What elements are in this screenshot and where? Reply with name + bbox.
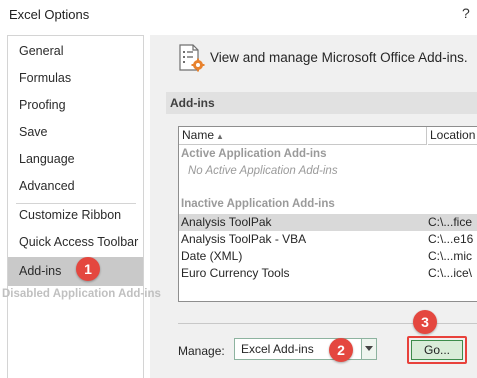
sidebar-item-proofing[interactable]: Proofing [8,92,143,119]
manage-label: Manage: [178,344,225,358]
table-row[interactable]: Date (XML) C:\...mic [179,248,477,265]
step-marker-1: 1 [76,257,100,281]
column-header-name[interactable]: Name ▲ [179,127,427,145]
active-empty-note: No Active Application Add-ins [188,165,338,177]
sidebar-item-save[interactable]: Save [8,119,143,146]
table-row[interactable]: Euro Currency Tools C:\...ice\ [179,265,477,282]
column-header-location[interactable]: Location [428,127,477,145]
sidebar-item-customize-ribbon[interactable]: Customize Ribbon [8,202,143,229]
sidebar-item-quick-access-toolbar[interactable]: Quick Access Toolbar [8,229,143,256]
step-marker-3: 3 [413,310,437,334]
addin-location: C:\...ice\ [428,266,473,280]
group-active-addins: Active Application Add-ins [181,148,327,160]
step-marker-2: 2 [329,338,353,362]
go-button[interactable]: Go... [411,340,463,360]
addin-location: C:\...mic [428,249,472,263]
addin-location: C:\...fice [428,215,473,229]
addin-name: Analysis ToolPak [181,215,272,229]
column-header-name-label: Name [182,128,215,142]
addin-location: C:\...e16 [428,232,474,246]
manage-dropdown-button[interactable] [361,339,376,359]
manage-select-value: Excel Add-ins [241,342,314,356]
section-title: Add-ins [166,92,477,114]
addins-table[interactable]: Name ▲ Location Active Application Add-in… [178,126,477,302]
group-inactive-addins: Inactive Application Add-ins [181,198,335,210]
sidebar-item-formulas[interactable]: Formulas [8,65,143,92]
manage-select[interactable]: Excel Add-ins [234,338,377,360]
help-icon[interactable]: ? [462,5,470,21]
group-disabled-addins-partial: Disabled Application Add-ins [2,288,161,300]
sidebar: General Formulas Proofing Save Language … [7,35,144,378]
addin-name: Euro Currency Tools [181,266,290,280]
title-bar: Excel Options ? [0,0,477,30]
addins-gear-icon [179,44,205,72]
sidebar-item-language[interactable]: Language [8,146,143,173]
table-row[interactable]: Analysis ToolPak C:\...fice [179,214,477,231]
window-title: Excel Options [9,7,90,22]
sort-ascending-icon: ▲ [216,132,224,141]
addin-name: Date (XML) [181,249,243,263]
sidebar-item-advanced[interactable]: Advanced [8,173,143,200]
page-header-text: View and manage Microsoft Office Add-ins… [210,50,468,65]
chevron-down-icon [365,346,373,351]
sidebar-item-general[interactable]: General [8,38,143,65]
addin-name: Analysis ToolPak - VBA [181,232,307,246]
table-row[interactable]: Analysis ToolPak - VBA C:\...e16 [179,231,477,248]
